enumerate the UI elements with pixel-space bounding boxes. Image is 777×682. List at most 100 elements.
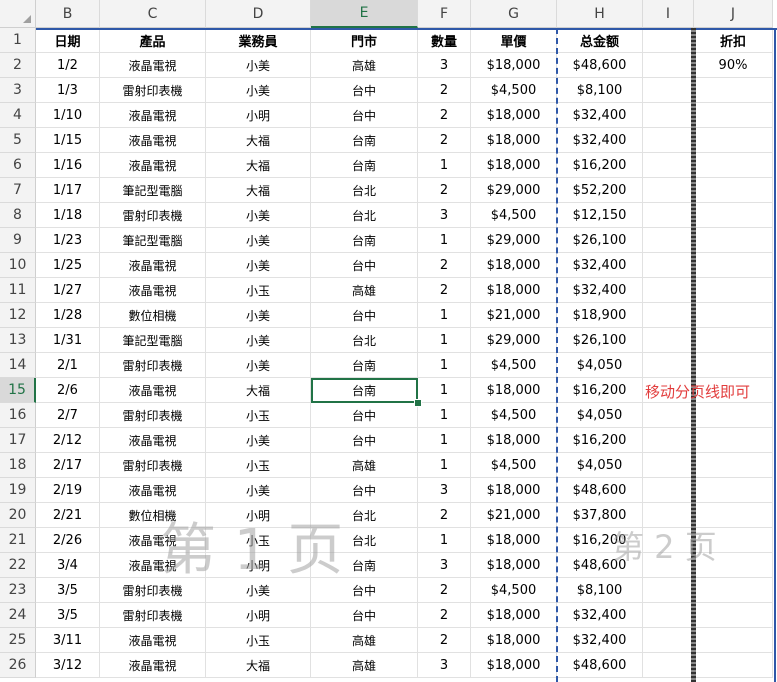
cell-qty[interactable]: 3 xyxy=(418,553,471,578)
cell-qty[interactable]: 1 xyxy=(418,428,471,453)
cell-discount[interactable] xyxy=(694,253,773,278)
cell-salesperson[interactable]: 小美 xyxy=(206,303,311,328)
cell-total[interactable]: $8,100 xyxy=(557,78,643,103)
cell-store[interactable]: 台南 xyxy=(311,353,418,378)
cell-empty-I[interactable] xyxy=(643,128,694,153)
row-header-23[interactable]: 23 xyxy=(0,578,36,603)
cell-total[interactable]: $26,100 xyxy=(557,228,643,253)
cell-date[interactable]: 1/2 xyxy=(36,53,100,78)
cell-date[interactable]: 1/18 xyxy=(36,203,100,228)
row-header-22[interactable]: 22 xyxy=(0,553,36,578)
cell-empty-I[interactable] xyxy=(643,428,694,453)
active-cell-outline[interactable] xyxy=(311,378,418,403)
cell-qty[interactable]: 2 xyxy=(418,103,471,128)
row-header-6[interactable]: 6 xyxy=(0,153,36,178)
cell-date[interactable]: 3/4 xyxy=(36,553,100,578)
cell-date[interactable]: 1/17 xyxy=(36,178,100,203)
cell-total[interactable]: $48,600 xyxy=(557,653,643,678)
cell-price[interactable]: $4,500 xyxy=(471,353,557,378)
cell-empty-I[interactable] xyxy=(643,453,694,478)
cell-qty[interactable]: 1 xyxy=(418,153,471,178)
column-header-B[interactable]: B xyxy=(36,0,100,28)
cell-qty[interactable]: 2 xyxy=(418,628,471,653)
cell-date[interactable]: 1/16 xyxy=(36,153,100,178)
cell-price[interactable]: $18,000 xyxy=(471,553,557,578)
cell-discount[interactable] xyxy=(694,403,773,428)
cell-total[interactable]: $18,900 xyxy=(557,303,643,328)
cell-empty-I[interactable] xyxy=(643,653,694,678)
cell-qty[interactable]: 1 xyxy=(418,328,471,353)
cell-qty[interactable]: 3 xyxy=(418,53,471,78)
cell-total[interactable]: $48,600 xyxy=(557,478,643,503)
row-header-11[interactable]: 11 xyxy=(0,278,36,303)
select-all-corner[interactable] xyxy=(0,0,36,28)
cell-salesperson[interactable]: 小玉 xyxy=(206,403,311,428)
cell-product[interactable]: 液晶電視 xyxy=(100,128,206,153)
row-header-4[interactable]: 4 xyxy=(0,103,36,128)
cell-empty-I[interactable] xyxy=(643,353,694,378)
page-break-line[interactable] xyxy=(556,28,558,682)
cell-discount[interactable] xyxy=(694,153,773,178)
header-cell-store[interactable]: 門市 xyxy=(311,28,418,53)
cell-store[interactable]: 台南 xyxy=(311,128,418,153)
cell-qty[interactable]: 2 xyxy=(418,178,471,203)
cell-total[interactable]: $4,050 xyxy=(557,403,643,428)
cell-total[interactable]: $4,050 xyxy=(557,353,643,378)
header-cell-discount[interactable]: 折扣 xyxy=(694,28,773,53)
cell-price[interactable]: $18,000 xyxy=(471,628,557,653)
cell-product[interactable]: 雷射印表機 xyxy=(100,203,206,228)
cell-salesperson[interactable]: 小美 xyxy=(206,203,311,228)
cell-salesperson[interactable]: 小美 xyxy=(206,253,311,278)
cell-price[interactable]: $18,000 xyxy=(471,103,557,128)
cell-price[interactable]: $18,000 xyxy=(471,428,557,453)
column-header-C[interactable]: C xyxy=(100,0,206,28)
cell-date[interactable]: 1/27 xyxy=(36,278,100,303)
cell-store[interactable]: 台中 xyxy=(311,303,418,328)
cell-price[interactable]: $18,000 xyxy=(471,128,557,153)
cell-date[interactable]: 2/6 xyxy=(36,378,100,403)
cell-store[interactable]: 台中 xyxy=(311,403,418,428)
cell-total[interactable]: $32,400 xyxy=(557,128,643,153)
cell-price[interactable]: $29,000 xyxy=(471,328,557,353)
column-header-G[interactable]: G xyxy=(471,0,557,28)
cell-price[interactable]: $29,000 xyxy=(471,178,557,203)
cell-empty-I[interactable] xyxy=(643,628,694,653)
cell-date[interactable]: 2/7 xyxy=(36,403,100,428)
cell-discount[interactable] xyxy=(694,628,773,653)
column-header-E[interactable]: E xyxy=(311,0,418,28)
cell-product[interactable]: 筆記型電腦 xyxy=(100,328,206,353)
cell-price[interactable]: $18,000 xyxy=(471,603,557,628)
row-header-16[interactable]: 16 xyxy=(0,403,36,428)
cell-total[interactable]: $32,400 xyxy=(557,253,643,278)
cell-price[interactable]: $21,000 xyxy=(471,303,557,328)
cell-empty-I[interactable] xyxy=(643,203,694,228)
cell-qty[interactable]: 2 xyxy=(418,78,471,103)
cell-product[interactable]: 液晶電視 xyxy=(100,653,206,678)
header-cell-price[interactable]: 單價 xyxy=(471,28,557,53)
cell-price[interactable]: $18,000 xyxy=(471,528,557,553)
cell-qty[interactable]: 2 xyxy=(418,603,471,628)
cell-store[interactable]: 高雄 xyxy=(311,278,418,303)
cell-total[interactable]: $32,400 xyxy=(557,103,643,128)
cell-date[interactable]: 2/1 xyxy=(36,353,100,378)
cell-empty-I[interactable] xyxy=(643,403,694,428)
cell-qty[interactable]: 1 xyxy=(418,303,471,328)
cell-date[interactable]: 1/3 xyxy=(36,78,100,103)
cell-empty-I[interactable] xyxy=(643,178,694,203)
cell-discount[interactable] xyxy=(694,103,773,128)
column-header-H[interactable]: H xyxy=(557,0,643,28)
row-header-24[interactable]: 24 xyxy=(0,603,36,628)
cell-date[interactable]: 2/26 xyxy=(36,528,100,553)
cell-date[interactable]: 3/12 xyxy=(36,653,100,678)
cell-qty[interactable]: 1 xyxy=(418,228,471,253)
cell-discount[interactable] xyxy=(694,303,773,328)
cell-store[interactable]: 台中 xyxy=(311,478,418,503)
header-cell-salesperson[interactable]: 業務員 xyxy=(206,28,311,53)
cell-empty-I[interactable] xyxy=(643,278,694,303)
cell-date[interactable]: 1/28 xyxy=(36,303,100,328)
cell-store[interactable]: 高雄 xyxy=(311,628,418,653)
header-cell-total[interactable]: 总金额 xyxy=(557,28,643,53)
cell-total[interactable]: $8,100 xyxy=(557,578,643,603)
cell-empty-I[interactable] xyxy=(643,153,694,178)
row-header-14[interactable]: 14 xyxy=(0,353,36,378)
